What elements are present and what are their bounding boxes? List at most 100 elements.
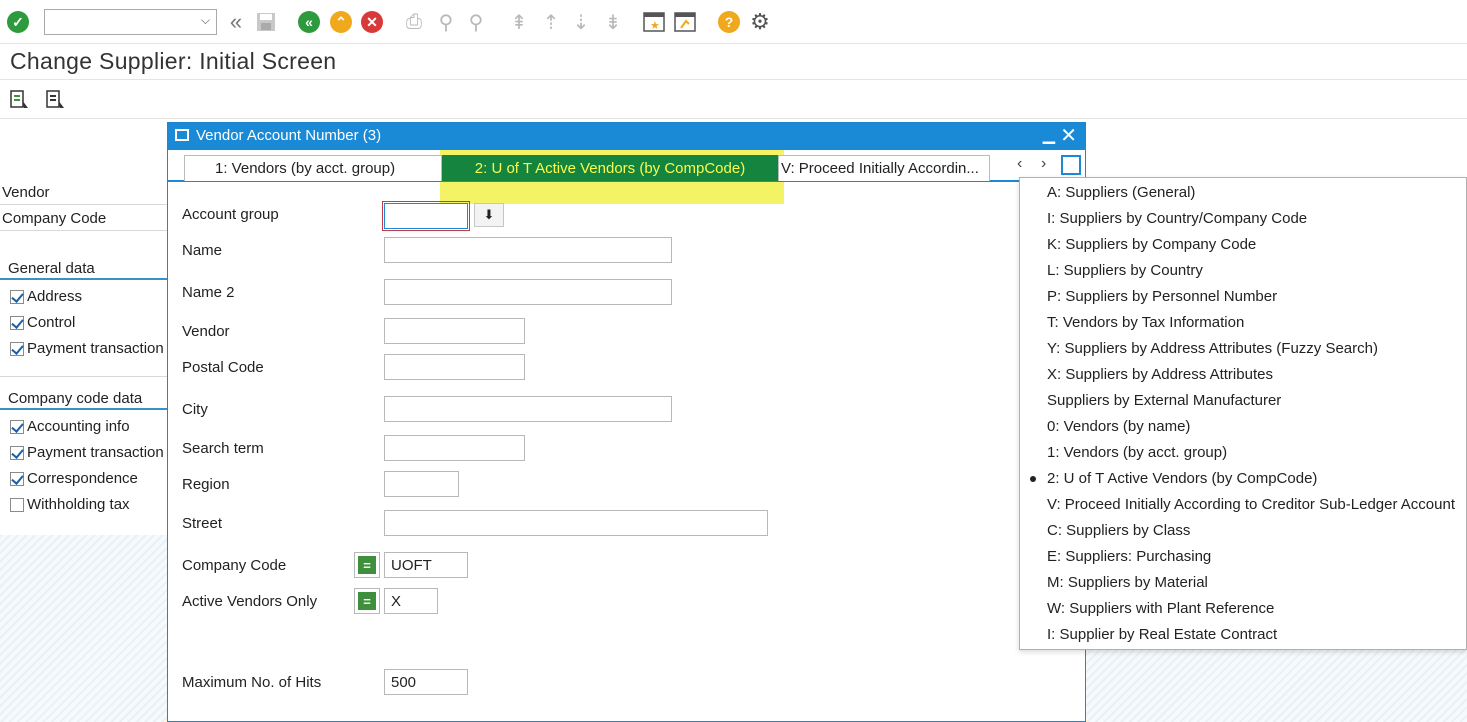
last-page-icon[interactable]: ⇟ xyxy=(601,10,625,34)
value-help-button[interactable]: ⬇ xyxy=(474,203,504,227)
previous-page-icon[interactable]: ⇡ xyxy=(539,10,563,34)
settings-gear-icon[interactable]: ⚙ xyxy=(748,9,772,34)
enter-button[interactable]: ✓ xyxy=(6,10,30,34)
checkbox-icon[interactable] xyxy=(10,289,24,304)
system-toolbar: ✓ ⌵ « « ⌃ ✕ ⎙ ⚲ ⚲ ⇞ ⇡ ⇣ ⇟ ★ ? ⚙ xyxy=(0,0,1467,44)
create-session-button[interactable]: ★ xyxy=(642,10,666,34)
shortcut-icon xyxy=(674,12,696,32)
tab-scroll-left-icon[interactable]: ‹ xyxy=(1017,155,1022,173)
list-item[interactable]: M: Suppliers by Material xyxy=(1047,574,1208,591)
checkbox-withholding-tax[interactable]: Withholding tax xyxy=(10,496,130,513)
cancel-icon: ✕ xyxy=(361,11,383,33)
list-item[interactable]: T: Vendors by Tax Information xyxy=(1047,314,1244,331)
name-input[interactable] xyxy=(384,237,672,263)
list-item[interactable]: L: Suppliers by Country xyxy=(1047,262,1203,279)
account-group-input[interactable] xyxy=(384,203,468,229)
other-supplier-button[interactable] xyxy=(10,90,30,110)
street-input[interactable] xyxy=(384,510,768,536)
list-item[interactable]: X: Suppliers by Address Attributes xyxy=(1047,366,1273,383)
company-code-input[interactable]: UOFT xyxy=(384,552,468,578)
list-item[interactable]: P: Suppliers by Personnel Number xyxy=(1047,288,1277,305)
postal-code-input[interactable] xyxy=(384,354,525,380)
region-input[interactable] xyxy=(384,471,459,497)
back-button[interactable]: « xyxy=(297,10,321,34)
list-item[interactable]: Suppliers by External Manufacturer xyxy=(1047,392,1281,409)
vendor-label: Vendor xyxy=(182,323,230,340)
name-label: Name xyxy=(182,242,223,259)
search-term-input[interactable] xyxy=(384,435,525,461)
checkbox-label: Correspondence xyxy=(27,470,138,487)
tab-scroll-right-icon[interactable]: › xyxy=(1041,155,1046,173)
tab-list-icon[interactable] xyxy=(1061,155,1081,175)
tab-proceed-initially[interactable]: V: Proceed Initially Accordin... xyxy=(778,155,990,181)
list-item[interactable]: I: Suppliers by Country/Company Code xyxy=(1047,210,1307,227)
checkbox-icon[interactable] xyxy=(10,315,24,330)
first-page-icon[interactable]: ⇞ xyxy=(507,10,531,34)
active-vendors-only-input[interactable]: X xyxy=(384,588,438,614)
find-next-icon[interactable]: ⚲ xyxy=(464,10,488,34)
dialog-header: Vendor Account Number (3) ▁ ✕ xyxy=(168,123,1085,150)
checkbox-address[interactable]: Address xyxy=(10,288,82,305)
list-item[interactable]: Y: Suppliers by Address Attributes (Fuzz… xyxy=(1047,340,1378,357)
help-icon: ? xyxy=(718,11,740,33)
max-hits-input[interactable]: 500 xyxy=(384,669,468,695)
vendor-input[interactable] xyxy=(384,318,525,344)
selection-option-button[interactable]: = xyxy=(354,588,380,614)
tab-uoft-active-vendors[interactable]: 2: U of T Active Vendors (by CompCode) xyxy=(442,155,778,181)
checkbox-payment-transaction-cc[interactable]: Payment transaction xyxy=(10,444,164,461)
tab-vendors-by-acct-group[interactable]: 1: Vendors (by acct. group) xyxy=(184,155,442,181)
close-icon[interactable]: ✕ xyxy=(1060,123,1077,148)
help-button[interactable]: ? xyxy=(717,10,741,34)
checkbox-icon[interactable] xyxy=(10,419,24,434)
exit-icon: ⌃ xyxy=(330,11,352,33)
find-icon[interactable]: ⚲ xyxy=(434,10,458,34)
selection-option-button[interactable]: = xyxy=(354,552,380,578)
dialog-window-icon xyxy=(175,129,189,141)
name2-input[interactable] xyxy=(384,279,672,305)
checkbox-control[interactable]: Control xyxy=(10,314,75,331)
checkbox-label: Accounting info xyxy=(27,418,130,435)
company-code-data-heading: Company code data xyxy=(8,390,143,407)
list-item-selected[interactable]: 2: U of T Active Vendors (by CompCode) xyxy=(1047,470,1317,487)
print-icon[interactable]: ⎙ xyxy=(402,10,426,34)
checkbox-accounting-info[interactable]: Accounting info xyxy=(10,418,130,435)
checkbox-icon[interactable] xyxy=(10,471,24,486)
list-item[interactable]: 1: Vendors (by acct. group) xyxy=(1047,444,1227,461)
list-item[interactable]: C: Suppliers by Class xyxy=(1047,522,1190,539)
search-term-label: Search term xyxy=(182,440,264,457)
chevron-down-icon[interactable]: ⌵ xyxy=(201,13,210,28)
cancel-button[interactable]: ✕ xyxy=(360,10,384,34)
checkbox-icon[interactable] xyxy=(10,445,24,460)
checkbox-payment-transaction[interactable]: Payment transaction xyxy=(10,340,164,357)
save-button[interactable] xyxy=(254,10,278,34)
divider xyxy=(0,204,167,205)
left-panel: Vendor Company Code General data Address… xyxy=(0,120,167,535)
exit-button[interactable]: ⌃ xyxy=(329,10,353,34)
svg-text:★: ★ xyxy=(650,19,660,32)
company-code-label: Company Code xyxy=(182,557,287,574)
command-field[interactable]: ⌵ xyxy=(44,9,217,35)
minimize-icon[interactable]: ▁ xyxy=(1043,125,1055,145)
checkbox-icon[interactable] xyxy=(10,497,24,512)
vendor-search-dialog: Vendor Account Number (3) ▁ ✕ 1: Vendors… xyxy=(167,122,1086,722)
divider xyxy=(0,230,167,231)
list-item[interactable]: A: Suppliers (General) xyxy=(1047,184,1195,201)
checkbox-correspondence[interactable]: Correspondence xyxy=(10,470,138,487)
list-item[interactable]: I: Supplier by Real Estate Contract xyxy=(1047,626,1277,643)
collapse-toolbar-icon[interactable]: « xyxy=(224,9,248,34)
select-all-button[interactable] xyxy=(46,90,66,110)
list-item[interactable]: K: Suppliers by Company Code xyxy=(1047,236,1256,253)
back-icon: « xyxy=(298,11,320,33)
list-item[interactable]: E: Suppliers: Purchasing xyxy=(1047,548,1211,565)
checkbox-icon[interactable] xyxy=(10,341,24,356)
page-title: Change Supplier: Initial Screen xyxy=(10,48,337,74)
group-divider xyxy=(0,278,167,280)
tab-label: 2: U of T Active Vendors (by CompCode) xyxy=(474,159,746,177)
next-page-icon[interactable]: ⇣ xyxy=(569,10,593,34)
list-item[interactable]: 0: Vendors (by name) xyxy=(1047,418,1190,435)
shortcut-button[interactable] xyxy=(673,10,697,34)
city-input[interactable] xyxy=(384,396,672,422)
active-vendors-only-label: Active Vendors Only xyxy=(182,593,318,610)
list-item[interactable]: V: Proceed Initially According to Credit… xyxy=(1047,496,1455,513)
list-item[interactable]: W: Suppliers with Plant Reference xyxy=(1047,600,1274,617)
